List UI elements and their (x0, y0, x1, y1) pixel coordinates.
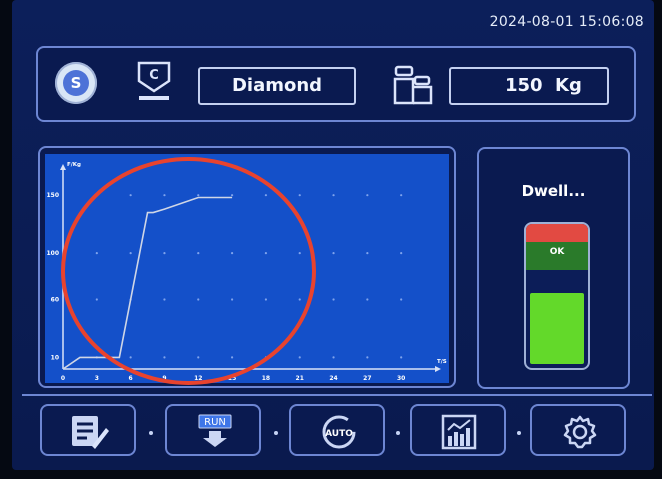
chart-icon (441, 414, 477, 450)
load-unit: Kg (555, 75, 582, 96)
separator-dot (517, 431, 521, 435)
weights-icon[interactable] (393, 63, 433, 105)
separator-dot (396, 431, 400, 435)
grid-dot (332, 252, 335, 255)
x-tick-label: 18 (262, 375, 270, 382)
annotation-circle (61, 157, 316, 385)
x-tick-label: 6 (129, 375, 133, 382)
x-tick-label: 3 (95, 375, 99, 382)
auto-button[interactable]: AUTO (289, 404, 385, 456)
grid-dot (366, 194, 369, 197)
grid-dot (400, 298, 403, 301)
settings-button[interactable] (530, 404, 626, 456)
y-axis-label: F/Kg (67, 162, 81, 168)
datetime-display: 2024-08-01 15:06:08 (489, 14, 644, 30)
y-tick-label: 100 (46, 250, 59, 257)
gear-icon (563, 415, 597, 449)
run-icon: RUN (198, 414, 232, 447)
run-button[interactable]: RUN (165, 404, 261, 456)
separator-dot (274, 431, 278, 435)
grid-dot (332, 356, 335, 359)
x-axis-arrow (435, 366, 441, 372)
y-tick-label: 150 (46, 192, 59, 199)
gauge-red-zone (526, 224, 588, 242)
run-label: RUN (204, 417, 226, 428)
seal-letter: S (63, 70, 89, 96)
y-axis-arrow (60, 164, 66, 170)
indenter-letter: C (149, 68, 159, 83)
grid-dot (298, 356, 301, 359)
edit-icon (72, 416, 109, 449)
status-text: Dwell... (521, 182, 586, 200)
gauge-fill (530, 292, 584, 364)
grid-dot (366, 298, 369, 301)
grid-dot (400, 194, 403, 197)
x-tick-label: 30 (397, 375, 405, 382)
y-tick-label: 10 (51, 354, 59, 361)
x-tick-label: 0 (61, 375, 65, 382)
grid-dot (366, 252, 369, 255)
x-tick-label: 27 (363, 375, 371, 382)
chart-button[interactable] (410, 404, 506, 456)
grid-dot (332, 194, 335, 197)
grid-dot (366, 356, 369, 359)
x-tick-label: 24 (329, 375, 337, 382)
grid-dot (400, 356, 403, 359)
y-tick-label: 60 (51, 296, 59, 303)
x-axis-label: T/S (437, 359, 447, 365)
load-value: 150 (505, 75, 543, 96)
grid-dot (400, 252, 403, 255)
gauge-ok-label: OK (526, 242, 588, 270)
separator-dot (149, 431, 153, 435)
x-tick-label: 21 (296, 375, 304, 382)
material-field[interactable]: Diamond (198, 67, 356, 105)
toolbar-divider (22, 394, 652, 396)
grid-dot (332, 298, 335, 301)
edit-button[interactable] (40, 404, 136, 456)
load-field[interactable]: 150 Kg (449, 67, 609, 105)
indenter-icon[interactable]: C (137, 61, 171, 103)
seal-icon: S (55, 62, 97, 104)
auto-label: AUTO (325, 429, 353, 439)
auto-icon: AUTO (322, 415, 356, 449)
progress-gauge: OK (524, 222, 590, 370)
grid-dot (298, 194, 301, 197)
